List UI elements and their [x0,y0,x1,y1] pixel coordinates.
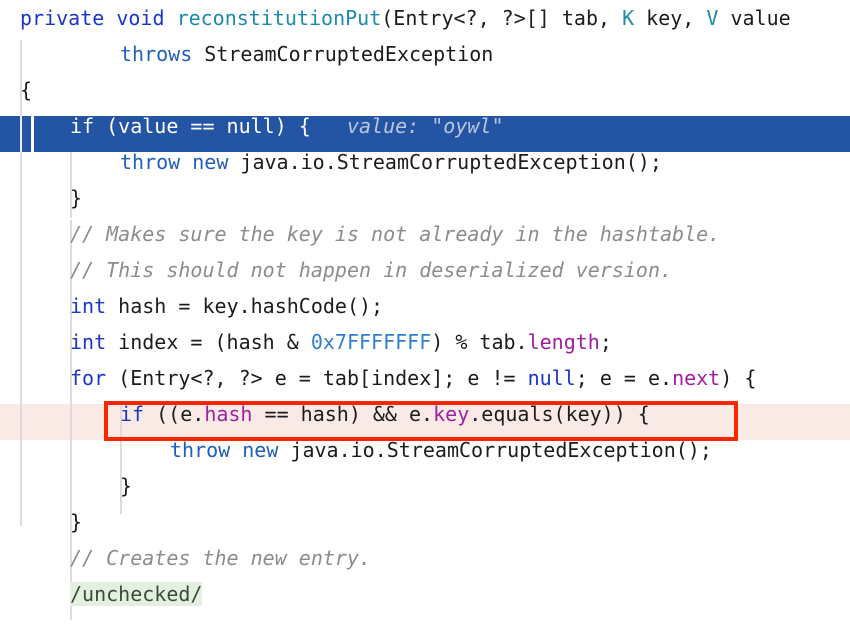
code-token: throws [120,42,193,66]
code-line[interactable]: if (value == null) { value: "oywl" [0,108,503,144]
code-line[interactable]: throws StreamCorruptedException [0,36,493,72]
code-token: key, [634,6,707,30]
code-token: K [622,6,635,30]
code-token: } [120,474,133,498]
code-token: .equals(key)) { [469,402,650,426]
code-editor[interactable]: private void reconstitutionPut(Entry<?, … [0,0,850,626]
code-line[interactable]: throw new java.io.StreamCorruptedExcepti… [0,432,712,468]
code-token: // Makes sure the key is not already in … [70,222,721,246]
code-token: reconstitutionPut [176,6,382,30]
code-token: private [20,6,105,30]
code-token: int [70,294,107,318]
code-line[interactable]: int hash = key.hashCode(); [0,288,383,324]
code-token: for [70,366,107,390]
code-token: null [527,366,576,390]
code-token: } [70,186,83,210]
code-line[interactable]: // Creates the new entry. [0,540,371,576]
code-token: java.io.StreamCorruptedException(); [228,150,662,174]
code-token: /unchecked/ [70,582,203,606]
code-token: // This should not happen in deserialize… [70,258,673,282]
code-token: value [718,6,791,30]
code-token: ((e. [144,402,205,426]
inline-parameter-hint: value: "oywl" [310,114,504,138]
code-token: } [70,510,83,534]
code-line[interactable]: { [0,72,32,108]
code-token: next [672,366,721,390]
code-line[interactable]: /unchecked/ [0,576,203,612]
code-token: java.io.StreamCorruptedException(); [278,438,712,462]
code-token: hash [204,402,253,426]
code-token: (Entry<?, ?> e = tab[index]; e != [106,366,528,390]
code-line[interactable]: // Makes sure the key is not already in … [0,216,720,252]
code-token: 0x7FFFFFFF [310,330,432,354]
code-token: == hash) && e. [252,402,434,426]
code-line[interactable]: private void reconstitutionPut(Entry<?, … [0,0,791,36]
code-line[interactable]: } [0,468,132,504]
code-line[interactable]: } [0,180,82,216]
code-line[interactable]: int index = (hash & 0x7FFFFFFF) % tab.le… [0,324,612,360]
code-token: new [242,438,279,462]
code-token: throw [170,438,231,462]
code-token: int [70,330,107,354]
code-line[interactable]: } [0,504,82,540]
code-token: length [527,330,600,354]
code-token: ; [599,330,612,354]
code-token: hash = key.hashCode(); [106,294,384,318]
code-token: ) { [720,366,757,390]
code-token: index = (hash & [106,330,311,354]
code-line[interactable]: if ((e.hash == hash) && e.key.equals(key… [0,396,650,432]
code-token: StreamCorruptedException [192,42,494,66]
code-token: void [116,6,165,30]
code-token: ; e = e. [575,366,673,390]
code-line[interactable]: throw new java.io.StreamCorruptedExcepti… [0,144,662,180]
code-token: throw [120,150,181,174]
code-line[interactable]: for (Entry<?, ?> e = tab[index]; e != nu… [0,360,756,396]
code-token: { [20,78,33,102]
code-token: key [433,402,470,426]
code-token: (Entry<?, ?>[] tab, [381,6,623,30]
code-token: if [120,402,145,426]
code-token: // Creates the new entry. [70,546,372,570]
code-token: ) % tab. [431,330,528,354]
code-line[interactable]: // This should not happen in deserialize… [0,252,672,288]
code-token: V [706,6,719,30]
code-token: new [192,150,229,174]
code-token: if (value == null) { [70,114,311,138]
